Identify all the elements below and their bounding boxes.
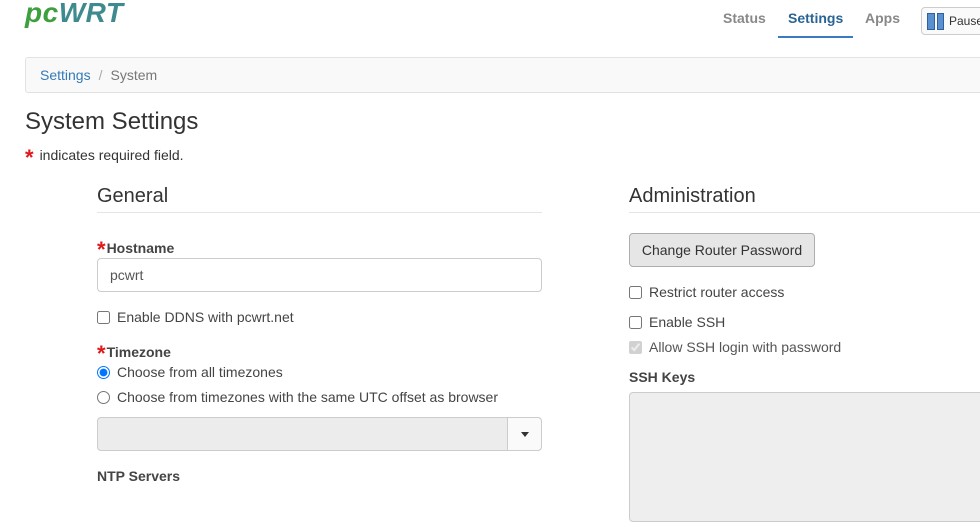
ssh-password-checkbox bbox=[629, 340, 642, 354]
breadcrumb-separator: / bbox=[98, 67, 103, 83]
ssh-keys-textarea bbox=[629, 392, 980, 522]
tz-utc-radio-row[interactable]: Choose from timezones with the same UTC … bbox=[97, 389, 498, 405]
logo-wrt-text: WRT bbox=[58, 0, 124, 28]
enable-ssh-label: Enable SSH bbox=[649, 314, 726, 330]
administration-section-title: Administration bbox=[629, 185, 756, 207]
required-note-text: indicates required field. bbox=[39, 147, 184, 163]
enable-ssh-checkbox[interactable] bbox=[629, 315, 642, 329]
nav-apps[interactable]: Apps bbox=[865, 10, 900, 26]
nav-settings[interactable]: Settings bbox=[788, 10, 843, 26]
general-section-title: General bbox=[97, 185, 169, 207]
pause-button[interactable]: Pause bbox=[921, 7, 980, 35]
change-router-password-button[interactable]: Change Router Password bbox=[629, 233, 815, 267]
nav-active-indicator bbox=[778, 36, 853, 38]
tz-all-radio[interactable] bbox=[97, 365, 110, 379]
required-note: * indicates required field. bbox=[25, 145, 184, 170]
ddns-checkbox[interactable] bbox=[97, 310, 110, 324]
tz-utc-label: Choose from timezones with the same UTC … bbox=[117, 389, 499, 405]
timezone-select[interactable] bbox=[97, 417, 542, 451]
restrict-access-row[interactable]: Restrict router access bbox=[629, 284, 784, 300]
nav-status[interactable]: Status bbox=[723, 10, 766, 26]
pause-label: Pause bbox=[949, 14, 980, 28]
ssh-password-row: Allow SSH login with password bbox=[629, 339, 841, 355]
required-star: * bbox=[25, 145, 34, 170]
tz-all-radio-row[interactable]: Choose from all timezones bbox=[97, 364, 283, 380]
timezone-label: *Timezone bbox=[97, 337, 171, 366]
hostname-input[interactable] bbox=[97, 258, 542, 292]
breadcrumb: Settings / System bbox=[25, 57, 980, 93]
administration-divider bbox=[629, 212, 980, 213]
breadcrumb-current: System bbox=[110, 67, 158, 83]
pause-icon bbox=[927, 12, 944, 30]
timezone-required-star: * bbox=[97, 341, 106, 366]
pcwrt-logo[interactable]: pcWRT bbox=[25, 0, 123, 29]
logo-pc-text: pc bbox=[25, 0, 59, 28]
ssh-password-label: Allow SSH login with password bbox=[649, 339, 842, 355]
restrict-access-checkbox[interactable] bbox=[629, 285, 642, 299]
tz-all-label: Choose from all timezones bbox=[117, 364, 283, 380]
hostname-label: *Hostname bbox=[97, 233, 175, 262]
page-title: System Settings bbox=[25, 108, 199, 135]
ntp-servers-label: NTP Servers bbox=[97, 468, 181, 484]
enable-ssh-row[interactable]: Enable SSH bbox=[629, 314, 725, 330]
timezone-label-text: Timezone bbox=[106, 344, 171, 360]
general-divider bbox=[97, 212, 542, 213]
breadcrumb-settings-link[interactable]: Settings bbox=[40, 67, 91, 83]
chevron-down-icon bbox=[520, 431, 529, 437]
hostname-label-text: Hostname bbox=[106, 240, 175, 256]
restrict-access-label: Restrict router access bbox=[649, 284, 785, 300]
tz-utc-radio[interactable] bbox=[97, 390, 110, 404]
ddns-checkbox-row[interactable]: Enable DDNS with pcwrt.net bbox=[97, 309, 294, 325]
ssh-keys-label: SSH Keys bbox=[629, 369, 696, 385]
ddns-label: Enable DDNS with pcwrt.net bbox=[117, 309, 294, 325]
timezone-select-toggle[interactable] bbox=[507, 418, 541, 450]
